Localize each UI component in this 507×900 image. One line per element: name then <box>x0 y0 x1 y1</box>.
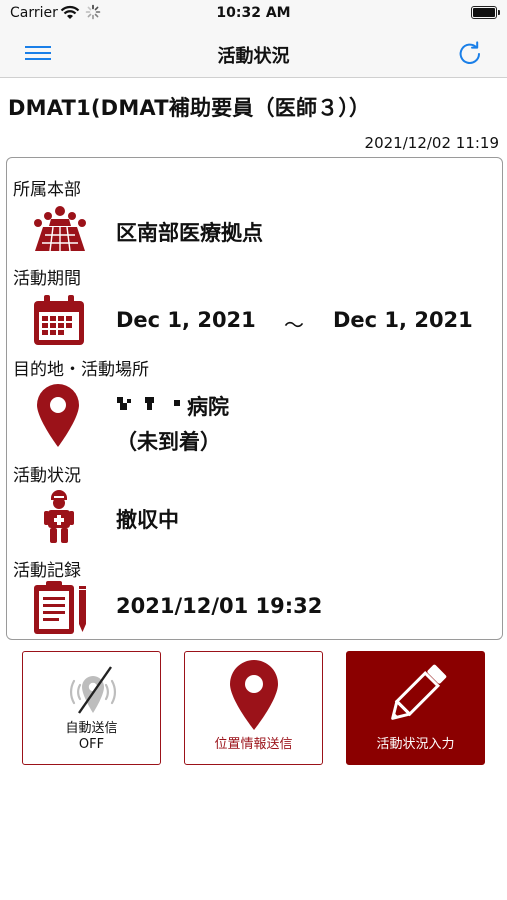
send-location-button[interactable]: 位置情報送信 <box>184 651 323 765</box>
arrival-status: （未到着） <box>116 430 221 454</box>
status-input-button[interactable]: 活動状況入力 <box>346 651 485 765</box>
location-pin-icon <box>37 384 79 447</box>
record-value: 2021/12/01 19:32 <box>116 594 323 618</box>
affiliation-label: 所属本部 <box>13 180 81 200</box>
status-label: 活動状況 <box>13 466 81 486</box>
location-pin-icon <box>230 660 278 730</box>
send-location-label: 位置情報送信 <box>214 737 293 752</box>
location-off-icon <box>69 666 117 714</box>
destination-suffix: 病院 <box>187 395 229 419</box>
refresh-button[interactable] <box>455 39 485 69</box>
affiliation-value: 区南部医療拠点 <box>116 221 263 245</box>
record-label: 活動記録 <box>13 561 81 581</box>
clock-time: 10:32 AM <box>216 5 291 21</box>
battery-icon <box>471 6 500 19</box>
auto-send-toggle-button[interactable]: 自動送信 OFF <box>22 651 161 765</box>
pencil-icon <box>391 664 447 720</box>
page-title: 活動状況 <box>217 46 290 67</box>
redacted-place-name <box>117 397 180 410</box>
unit-title: DMAT1(DMAT補助要員（医師３）） <box>8 96 371 120</box>
status-value: 撤収中 <box>116 508 179 532</box>
navigation-bar: 活動状況 <box>0 28 507 78</box>
refresh-icon <box>459 41 480 64</box>
updated-timestamp: 2021/12/02 11:19 <box>364 134 499 152</box>
destination-label: 目的地・活動場所 <box>13 360 149 380</box>
period-label: 活動期間 <box>13 269 81 289</box>
period-separator: ～ <box>284 313 304 337</box>
headquarters-group-icon <box>34 206 86 252</box>
medical-worker-icon <box>44 490 74 543</box>
auto-send-state: OFF <box>78 737 105 752</box>
clipboard-record-icon <box>34 581 86 634</box>
calendar-icon <box>34 295 84 345</box>
activity-card: 所属本部 区南部医療拠点 活動期間 Dec 1, 2021 ～ Dec 1, 2… <box>6 157 503 640</box>
period-end-date: Dec 1, 2021 <box>333 308 473 332</box>
period-start-date: Dec 1, 2021 <box>116 308 256 332</box>
status-bar: Carrier 10:32 AM <box>0 0 507 28</box>
auto-send-label: 自動送信 <box>65 721 118 736</box>
status-input-label: 活動状況入力 <box>376 737 455 752</box>
